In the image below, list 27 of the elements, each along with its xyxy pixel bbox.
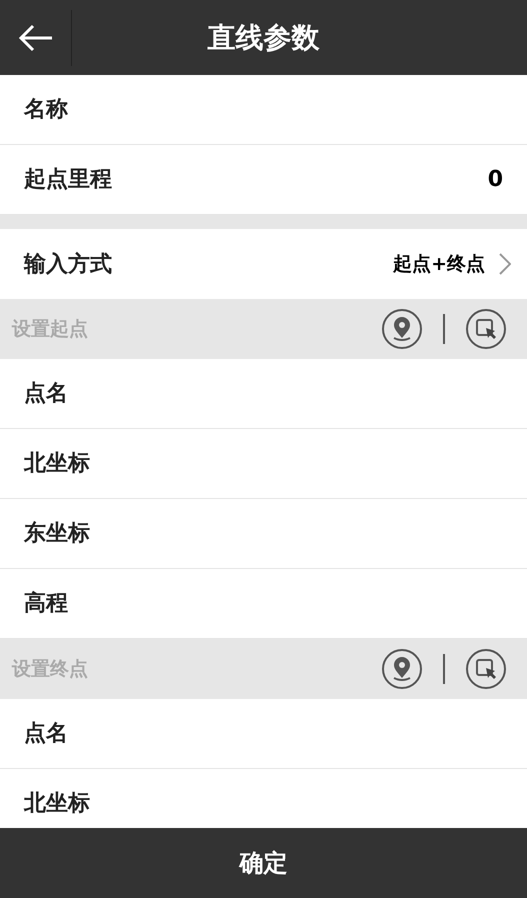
field-label: 点名	[24, 720, 68, 748]
field-label: 点名	[24, 380, 68, 408]
field-label: 名称	[24, 96, 68, 124]
select-point-icon[interactable]	[465, 648, 507, 690]
section-title: 设置起点	[12, 316, 88, 342]
form-row[interactable]: 东坐标	[0, 499, 527, 569]
form-row[interactable]: 点名	[0, 699, 527, 769]
chevron-right-icon	[499, 253, 511, 275]
form-row[interactable]: 北坐标	[0, 429, 527, 499]
select-point-icon[interactable]	[465, 308, 507, 350]
field-value: 0	[488, 166, 503, 194]
field-label: 北坐标	[24, 450, 90, 478]
field-label: 东坐标	[24, 520, 90, 548]
window-title: 直线参数	[208, 20, 320, 56]
field-label: 输入方式	[24, 250, 112, 278]
location-pin-icon[interactable]	[381, 648, 423, 690]
location-pin-icon[interactable]	[381, 308, 423, 350]
field-label: 高程	[24, 590, 68, 618]
form-row[interactable]: 名称	[0, 75, 527, 145]
back-arrow-icon	[18, 24, 54, 52]
field-label: 北坐标	[24, 790, 90, 818]
section-title: 设置终点	[12, 656, 88, 682]
field-label: 起点里程	[24, 166, 112, 194]
form-row[interactable]: 点名	[0, 359, 527, 429]
select-value: 起点+终点	[393, 252, 485, 277]
select-row[interactable]: 输入方式 起点+终点	[0, 229, 527, 299]
confirm-button[interactable]: 确定	[0, 828, 527, 898]
